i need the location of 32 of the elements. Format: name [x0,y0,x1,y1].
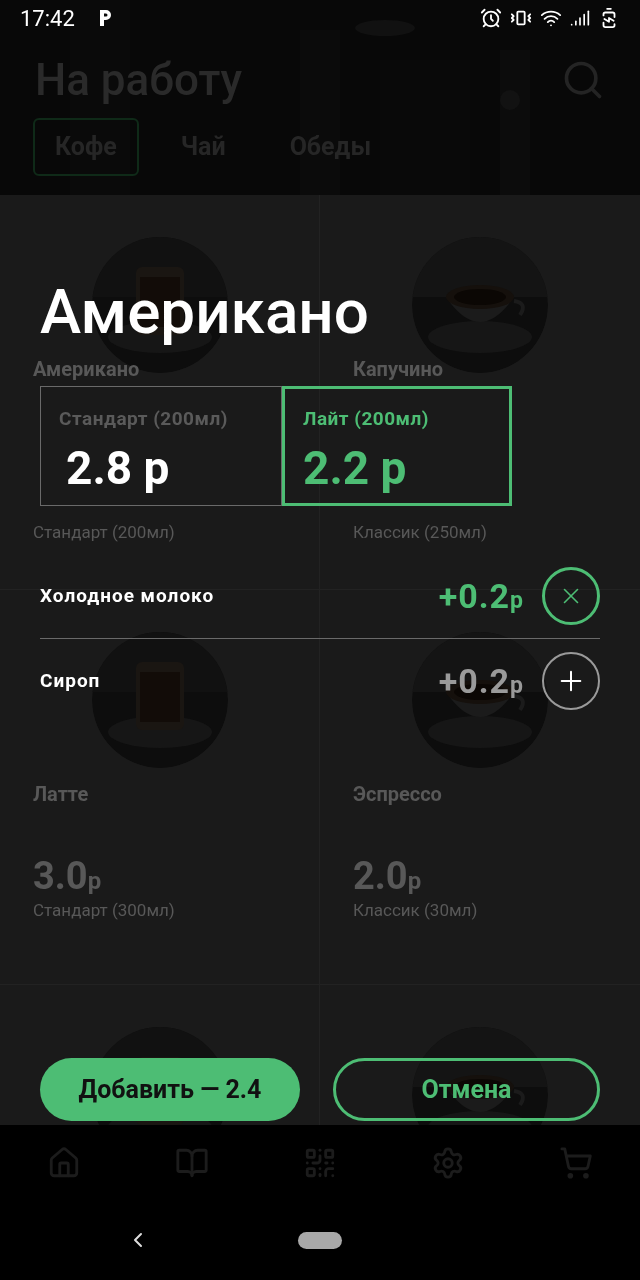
size-option[interactable]: Стандарт (200мл) 2.8 р [40,386,282,506]
addon-name: Холодное молоко [40,582,215,609]
cart-icon[interactable] [559,1145,593,1180]
addon-price: +0.2 [438,574,511,618]
size-option[interactable]: Лайт (200мл) 2.2 р [282,386,512,506]
currency-label: р [407,866,422,897]
product-price: 3.0 [33,856,88,896]
modal-title: Американо [40,280,369,344]
addon-price: +0.2 [438,659,511,703]
add-to-order-button[interactable]: Добавить — 2.4 [40,1058,300,1121]
product-size: Классик (30мл) [353,899,478,921]
product-price: 2.0 [353,856,408,896]
product-name: Американо [33,357,140,381]
home-icon[interactable] [47,1145,81,1180]
status-time: 17:42 [20,4,75,33]
signal-icon [570,8,590,28]
addon-name: Сироп [40,667,101,694]
currency-label: р [510,670,524,701]
currency-label: р [87,866,102,897]
product-name: Капучино [353,357,444,381]
currency-label: р [510,585,524,616]
alarm-icon [480,7,502,29]
cancel-button[interactable]: Отмена [333,1058,600,1121]
add-button[interactable] [542,652,600,710]
product-name: Эспрессо [353,782,442,806]
product-name: Латте [33,782,89,806]
home-pill[interactable] [298,1231,342,1249]
product-size: Стандарт (200мл) [33,521,175,543]
remove-button[interactable] [542,567,600,625]
settings-icon[interactable] [431,1145,465,1180]
product-size: Классик (250мл) [353,521,487,543]
product-size: Стандарт (300мл) [33,899,175,921]
